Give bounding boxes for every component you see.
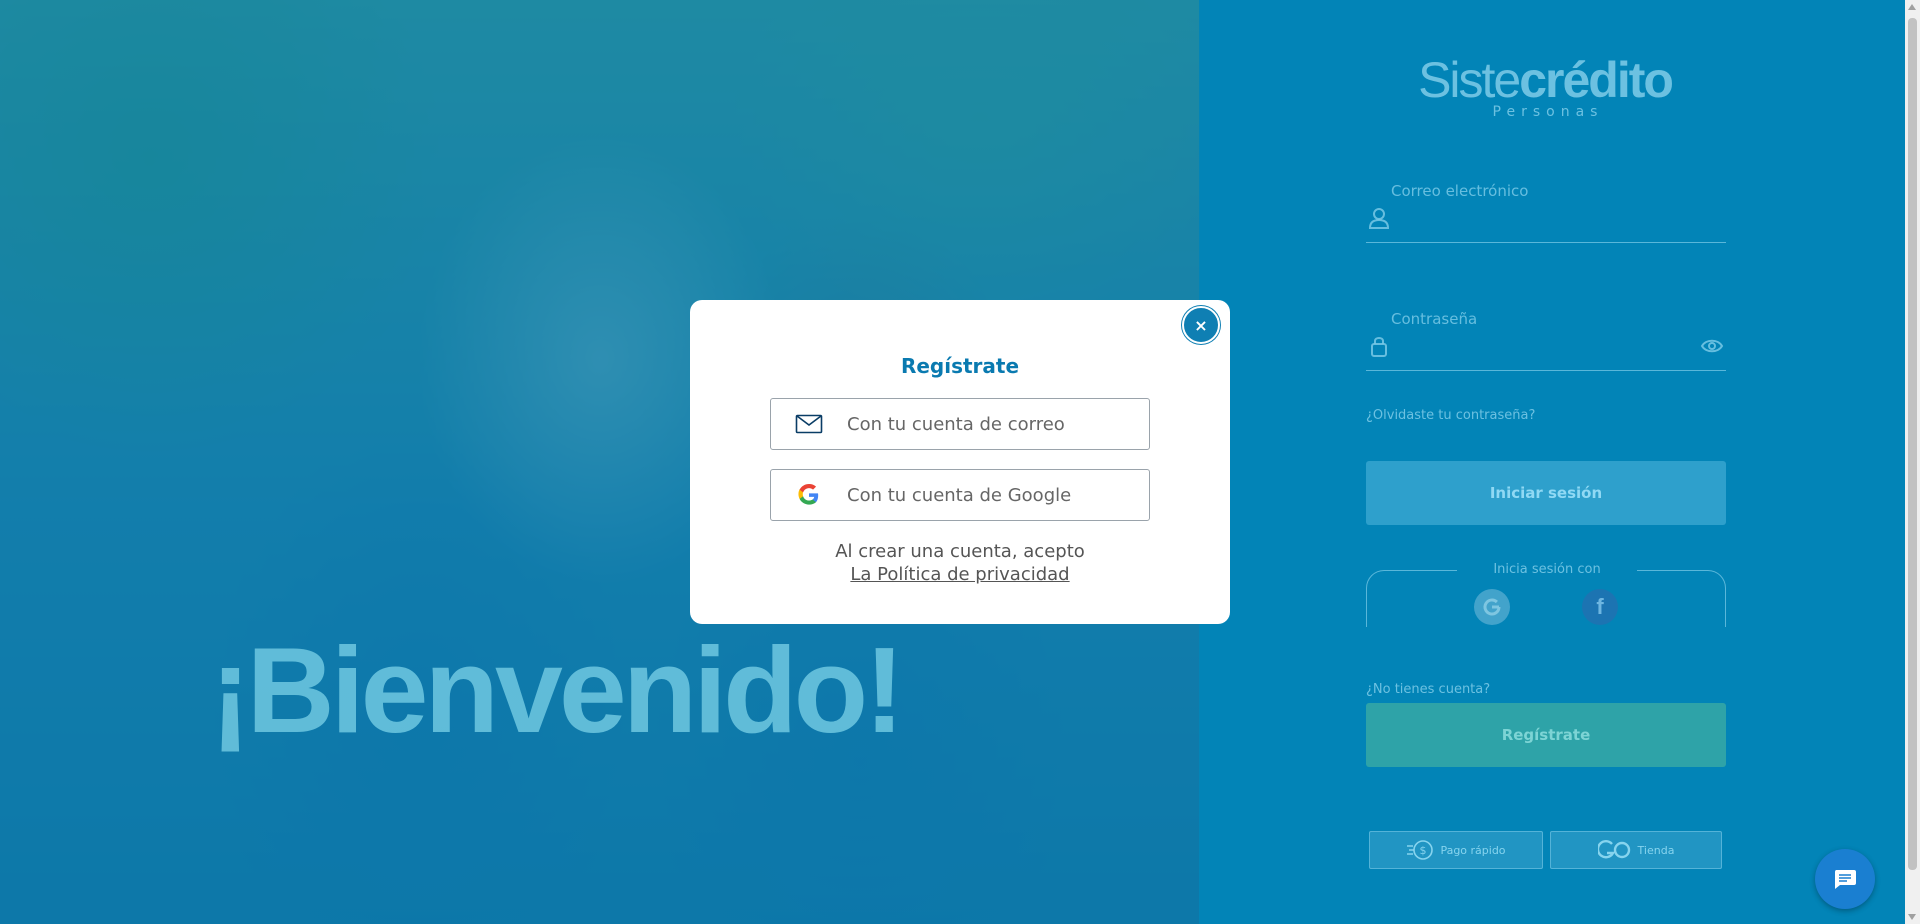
- legal-notice: Al crear una cuenta, acepto La Política …: [690, 540, 1230, 586]
- envelope-icon: [795, 410, 823, 438]
- modal-overlay: × Regístrate Con tu cuenta de correo Con…: [0, 0, 1905, 924]
- scrollbar-thumb[interactable]: [1908, 18, 1917, 870]
- chat-icon: [1834, 870, 1856, 889]
- modal-title: Regístrate: [900, 354, 1020, 378]
- register-email-button[interactable]: Con tu cuenta de correo: [770, 398, 1150, 450]
- register-google-button[interactable]: Con tu cuenta de Google: [770, 469, 1150, 521]
- register-email-label: Con tu cuenta de correo: [847, 413, 1065, 435]
- privacy-policy-link[interactable]: La Política de privacidad: [850, 564, 1069, 585]
- chat-button[interactable]: [1815, 849, 1875, 909]
- register-modal: × Regístrate Con tu cuenta de correo Con…: [690, 300, 1230, 624]
- close-icon[interactable]: ×: [1182, 306, 1220, 344]
- google-icon: [795, 481, 823, 509]
- welcome-heading: ¡Bienvenido!: [210, 622, 905, 758]
- scroll-up-arrow[interactable]: [1908, 4, 1916, 10]
- vertical-scrollbar[interactable]: [1905, 0, 1920, 924]
- register-google-label: Con tu cuenta de Google: [847, 484, 1072, 506]
- legal-text: Al crear una cuenta, acepto: [835, 541, 1085, 562]
- scroll-down-arrow[interactable]: [1908, 914, 1916, 920]
